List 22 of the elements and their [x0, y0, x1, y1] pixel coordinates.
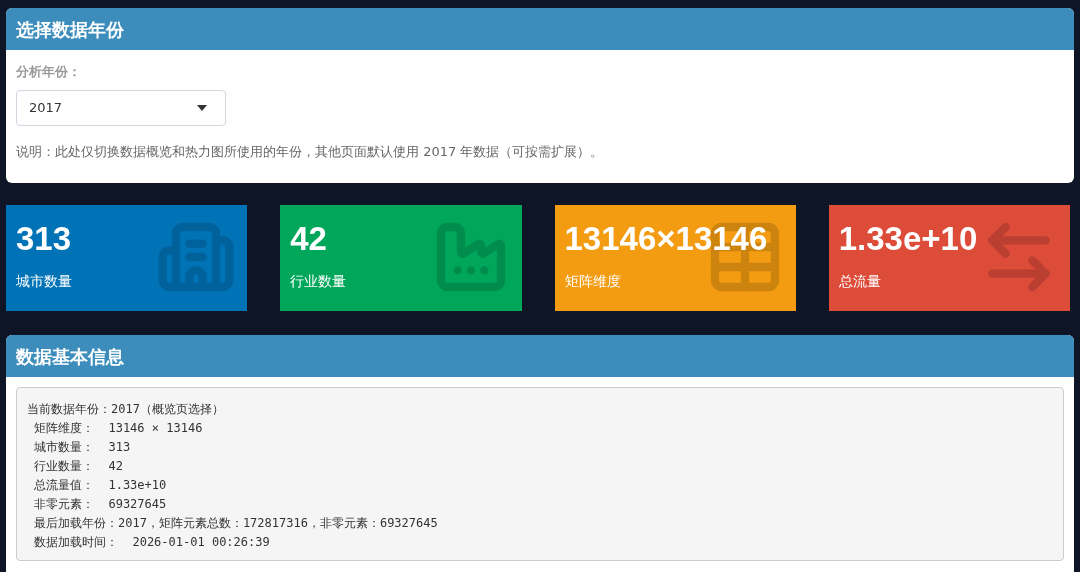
- info-line: 最后加载年份：2017，矩阵元素总数：172817316，非零元素：69327645: [33, 515, 438, 532]
- stat-value: 313: [16, 219, 72, 259]
- stat-value: 1.33e+10: [838, 219, 978, 259]
- stat-label: 行业数量: [290, 272, 347, 291]
- info-line: 数据加载时间： 2026-01-01 00:26:39: [33, 534, 270, 551]
- stat-label: 城市数量: [16, 272, 72, 291]
- year-select[interactable]: 2017: [16, 89, 226, 126]
- caret-icon: [197, 104, 207, 111]
- note-text: 说明：此处仅切换数据概览和热力图所使用的年份，其他页面默认使用 2017 年数据（可按需扩展）。: [16, 142, 604, 161]
- panel-title: 数据基本信息: [16, 344, 124, 369]
- info-line: 总流量值： 1.33e+10: [33, 477, 167, 494]
- info-line: 城市数量： 313: [33, 439, 131, 456]
- info-line: 当前数据年份：2017（概览页选择）: [27, 401, 224, 418]
- info-line: 矩阵维度： 13146 × 13146: [33, 420, 203, 437]
- stat-value: 42: [290, 219, 327, 259]
- stat-label: 总流量: [838, 272, 881, 291]
- info-line: 非零元素： 69327645: [33, 496, 167, 513]
- info-line: 行业数量： 42: [33, 458, 123, 475]
- field-label: 分析年份：: [16, 63, 81, 81]
- stat-value: 13146×13146: [564, 219, 768, 259]
- panel-title: 选择数据年份: [16, 17, 124, 42]
- stat-label: 矩阵维度: [564, 272, 621, 291]
